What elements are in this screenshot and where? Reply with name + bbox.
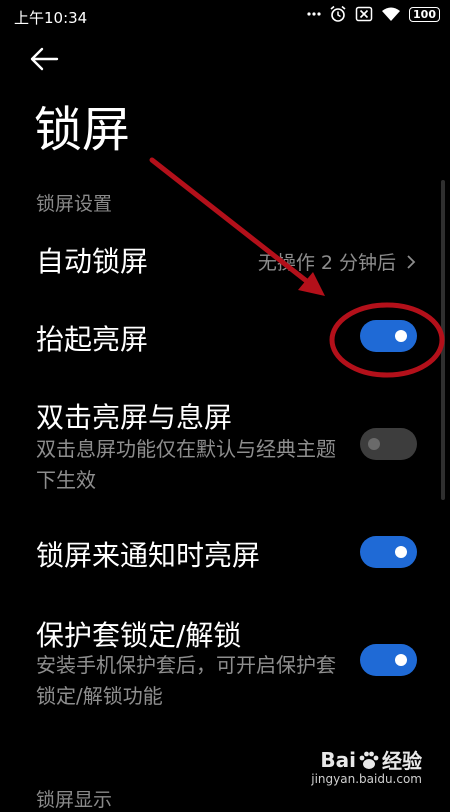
watermark-url: jingyan.baidu.com bbox=[311, 772, 422, 786]
watermark-brand: Bai 经验 bbox=[320, 745, 422, 774]
annotation-overlay bbox=[149, 157, 445, 378]
paw-logo-icon bbox=[359, 751, 379, 769]
annotation-arrow-icon bbox=[149, 157, 325, 296]
watermark: Bai 经验 jingyan.baidu.com bbox=[311, 745, 422, 787]
watermark-brand-right: 经验 bbox=[382, 749, 422, 773]
annotation-circle-icon bbox=[329, 302, 445, 378]
watermark-brand-left: Bai bbox=[320, 747, 356, 772]
